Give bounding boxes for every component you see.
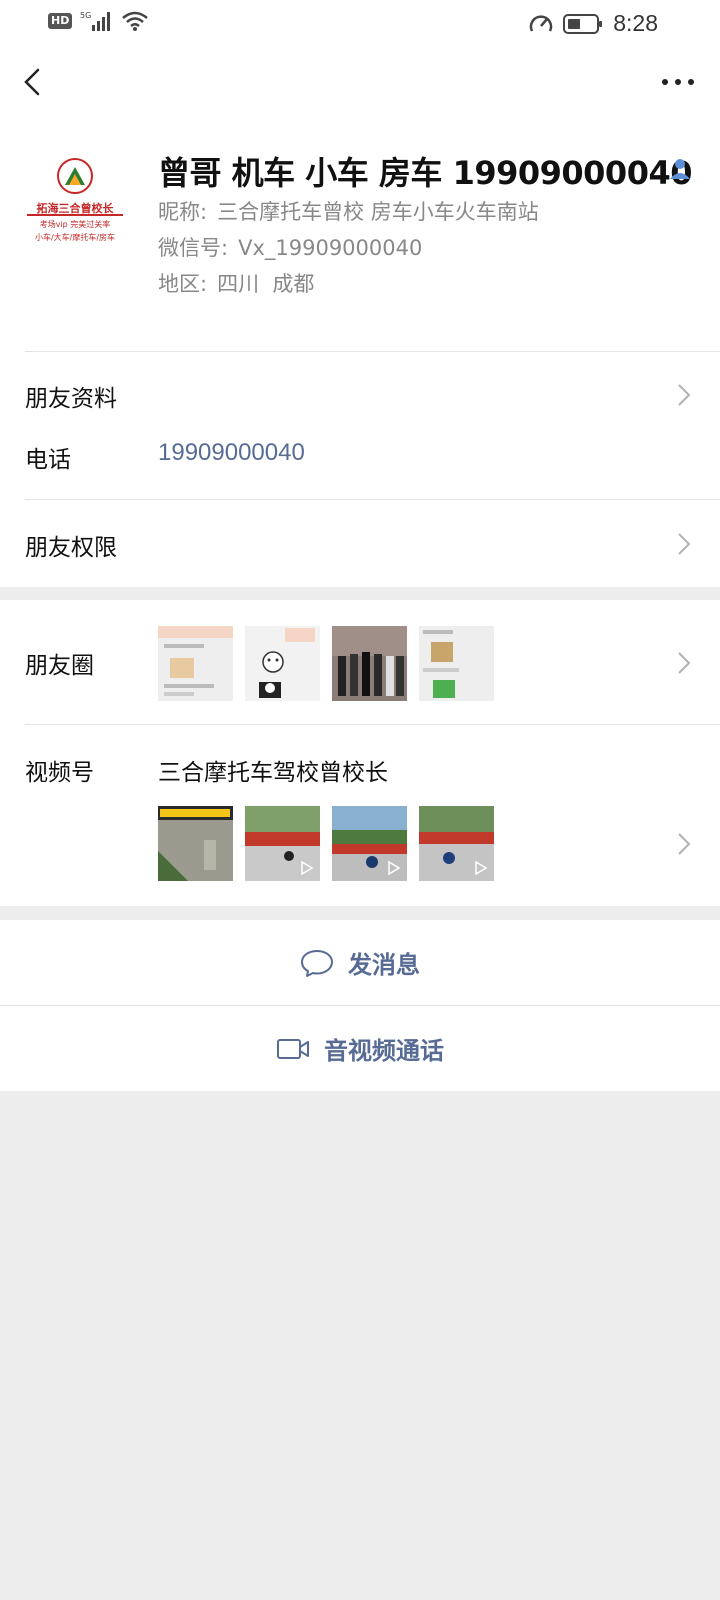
channel-video-thumbnail[interactable] <box>158 806 233 881</box>
channels-label: 视频号 <box>25 760 94 786</box>
video-camera-icon <box>277 1038 309 1059</box>
avatar[interactable]: 拓海三合曾校长 考场vip 完美过关率 小车/大车/摩托车/房车 <box>25 152 125 252</box>
profile-header: 拓海三合曾校长 考场vip 完美过关率 小车/大车/摩托车/房车 曾哥 机车 小… <box>0 118 720 351</box>
chat-bubble-icon <box>301 949 333 977</box>
chevron-right-icon <box>678 384 691 406</box>
video-cover-icon <box>158 806 233 881</box>
channel-video-thumbnail[interactable] <box>245 806 320 881</box>
top-bar <box>0 46 720 118</box>
wechat-id-value[interactable]: Vx_19909000040 <box>238 236 422 260</box>
play-icon <box>301 861 314 875</box>
chat-screenshot-icon <box>158 626 233 696</box>
channels-row[interactable]: 视频号 三合摩托车驾校曾校长 <box>0 725 720 906</box>
send-message-button[interactable]: 发消息 <box>0 920 720 1005</box>
contact-profile-screen: HD 5G 8:28 拓海三合曾校长 考场vip 完美过关率 小车/大车/摩托车… <box>0 0 720 1600</box>
info-block: 朋友资料 电话 19909000040 朋友权限 <box>0 351 720 587</box>
region-value: 四川 成都 <box>217 272 315 296</box>
sticker-screenshot-icon <box>259 628 315 698</box>
logo-triangle-icon <box>57 158 93 194</box>
chevron-left-icon[interactable] <box>14 62 54 102</box>
chevron-right-icon <box>678 533 691 555</box>
region-line: 地区: 四川 成都 <box>158 268 314 298</box>
battery-icon <box>563 13 603 34</box>
nickname-label: 昵称: <box>158 200 208 224</box>
moments-thumbnail <box>332 626 407 701</box>
phone-row: 电话 19909000040 <box>0 435 720 499</box>
moments-label: 朋友圈 <box>25 653 94 679</box>
friend-permission-row[interactable]: 朋友权限 <box>0 500 720 587</box>
hd-icon: HD <box>48 13 73 29</box>
region-label: 地区: <box>158 272 208 296</box>
nickname-line: 昵称: 三合摩托车曾校 房车小车火车南站 <box>158 196 539 226</box>
video-call-button[interactable]: 音视频通话 <box>0 1006 720 1091</box>
channel-name: 三合摩托车驾校曾校长 <box>158 760 388 786</box>
status-bar: HD 5G 8:28 <box>0 0 720 46</box>
wifi-icon <box>122 11 149 31</box>
group-photo-icon <box>332 626 407 696</box>
friend-info-row[interactable]: 朋友资料 <box>0 351 720 435</box>
signal-icon: 5G <box>80 11 111 31</box>
moments-thumbnail <box>419 626 494 701</box>
friend-permission-label: 朋友权限 <box>25 535 117 561</box>
video-call-label: 音视频通话 <box>324 1037 444 1065</box>
chevron-right-icon <box>678 652 691 674</box>
send-message-label: 发消息 <box>348 951 420 979</box>
speed-icon <box>530 14 553 32</box>
phone-number-link[interactable]: 19909000040 <box>158 439 305 467</box>
channel-thumbnails <box>158 806 494 881</box>
wechat-id-label: 微信号: <box>158 236 229 260</box>
chevron-right-icon <box>678 833 691 855</box>
avatar-divider <box>27 214 123 216</box>
nickname-value: 三合摩托车曾校 房车小车火车南站 <box>217 200 539 224</box>
moments-thumbnails <box>158 626 494 701</box>
moments-thumbnail <box>158 626 233 701</box>
wechat-id-line: 微信号: Vx_19909000040 <box>158 232 422 262</box>
contact-person-icon <box>670 159 690 179</box>
channel-video-thumbnail[interactable] <box>419 806 494 881</box>
chat-screenshot-icon <box>423 630 459 698</box>
svg-text:5G: 5G <box>80 11 91 20</box>
moments-row[interactable]: 朋友圈 <box>0 600 720 724</box>
more-dots-icon[interactable] <box>656 62 700 102</box>
media-block: 朋友圈 视频号 三合摩托车驾校曾校长 <box>0 600 720 906</box>
friend-info-label: 朋友资料 <box>25 386 117 412</box>
channel-video-thumbnail[interactable] <box>332 806 407 881</box>
avatar-line2: 小车/大车/摩托车/房车 <box>34 233 116 242</box>
play-icon <box>475 861 488 875</box>
phone-label: 电话 <box>25 447 71 473</box>
contact-name: 曾哥 机车 小车 房车 19909000040 <box>158 154 693 192</box>
status-time: 8:28 <box>613 10 658 36</box>
moments-thumbnail <box>245 626 320 701</box>
avatar-line1: 考场vip 完美过关率 <box>39 220 111 229</box>
play-icon <box>388 861 401 875</box>
